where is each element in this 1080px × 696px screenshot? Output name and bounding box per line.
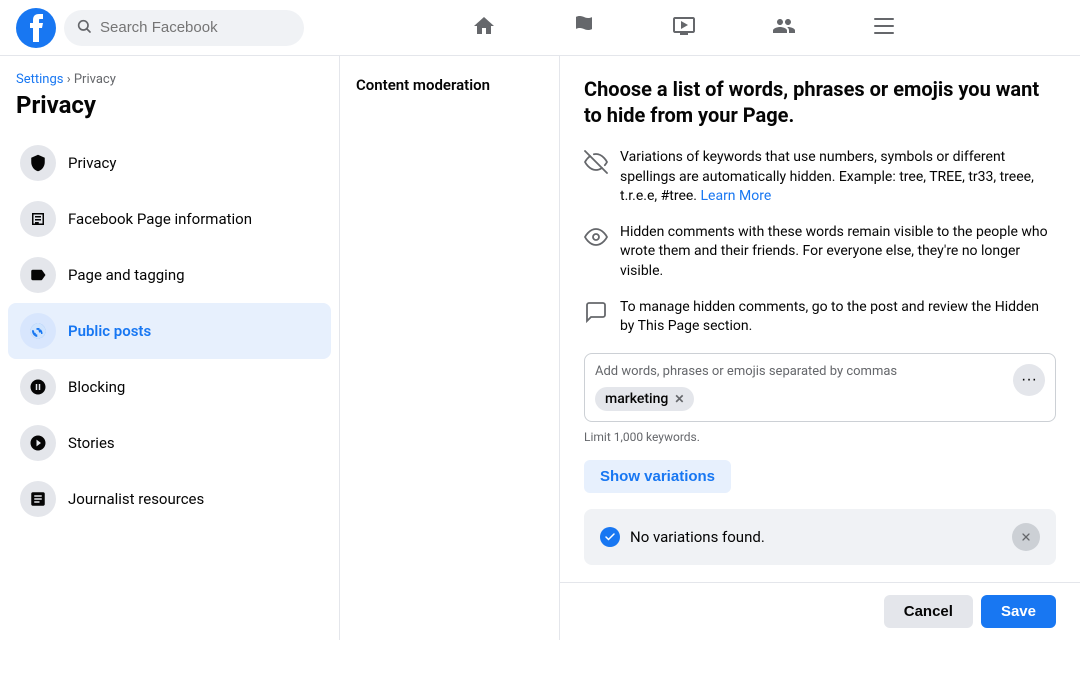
nav-watch-btn[interactable]: [634, 4, 734, 52]
middle-col-title: Content moderation: [356, 76, 543, 94]
save-button[interactable]: Save: [981, 595, 1056, 628]
info-row-manage: To manage hidden comments, go to the pos…: [584, 298, 1056, 337]
sidebar-item-blocking[interactable]: Blocking: [8, 359, 331, 415]
breadcrumb-settings-link[interactable]: Settings: [16, 72, 63, 87]
sidebar-item-label: Stories: [68, 434, 115, 452]
stories-icon: [20, 425, 56, 461]
nav-center-icons: [434, 4, 934, 52]
breadcrumb: Settings › Privacy: [8, 72, 331, 87]
comment-icon: [584, 300, 608, 324]
sidebar-item-label: Facebook Page information: [68, 210, 252, 228]
blocking-icon: [20, 369, 56, 405]
privacy-icon: [20, 145, 56, 181]
right-panel: Choose a list of words, phrases or emoji…: [560, 56, 1080, 640]
search-icon: [76, 18, 92, 38]
sidebar-item-privacy[interactable]: Privacy: [8, 135, 331, 191]
sidebar-item-public-posts[interactable]: Public posts: [8, 303, 331, 359]
info-hidden-text: Hidden comments with these words remain …: [620, 223, 1056, 282]
keyword-tags: marketing ✕: [595, 387, 1005, 411]
keyword-limit-text: Limit 1,000 keywords.: [584, 430, 1056, 444]
page-info-icon: [20, 201, 56, 237]
info-row-hidden: Hidden comments with these words remain …: [584, 223, 1056, 282]
keyword-tag-label: marketing: [605, 391, 668, 407]
right-panel-title: Choose a list of words, phrases or emoji…: [584, 76, 1056, 128]
journalist-icon: [20, 481, 56, 517]
page-tagging-icon: [20, 257, 56, 293]
nav-home-btn[interactable]: [434, 4, 534, 52]
keyword-input-container: Add words, phrases or emojis separated b…: [584, 353, 1056, 422]
info-row-variations: Variations of keywords that use numbers,…: [584, 148, 1056, 207]
sidebar-item-label: Blocking: [68, 378, 125, 396]
cancel-button[interactable]: Cancel: [884, 595, 973, 628]
sidebar-item-page-info[interactable]: Facebook Page information: [8, 191, 331, 247]
show-variations-btn[interactable]: Show variations: [584, 460, 731, 493]
middle-column: Content moderation: [340, 56, 560, 640]
nav-friends-btn[interactable]: [734, 4, 834, 52]
page-layout: Settings › Privacy Privacy Privacy Faceb…: [0, 56, 1080, 640]
no-variations-left: No variations found.: [600, 527, 765, 547]
no-variations-panel: No variations found.: [584, 509, 1056, 565]
sidebar: Settings › Privacy Privacy Privacy Faceb…: [0, 56, 340, 640]
sidebar-item-label: Privacy: [68, 154, 116, 172]
facebook-logo[interactable]: [16, 8, 56, 48]
nav-menu-btn[interactable]: [834, 4, 934, 52]
eye-icon: [584, 225, 608, 249]
nav-flag-btn[interactable]: [534, 4, 634, 52]
search-input[interactable]: [100, 19, 292, 36]
eye-slash-icon: [584, 150, 608, 174]
sidebar-title: Privacy: [8, 91, 331, 119]
sidebar-item-label: Public posts: [68, 322, 151, 340]
top-nav: [0, 0, 1080, 56]
info-variations-text: Variations of keywords that use numbers,…: [620, 148, 1056, 207]
sidebar-item-stories[interactable]: Stories: [8, 415, 331, 471]
sidebar-item-label: Journalist resources: [68, 490, 204, 508]
main-content: Content moderation Choose a list of word…: [340, 56, 1080, 640]
public-posts-icon: [20, 313, 56, 349]
info-manage-text: To manage hidden comments, go to the pos…: [620, 298, 1056, 337]
keyword-input-inner: Add words, phrases or emojis separated b…: [595, 364, 1005, 411]
bottom-actions: Cancel Save: [560, 582, 1080, 640]
sidebar-item-label: Page and tagging: [68, 266, 185, 284]
no-variations-text: No variations found.: [630, 528, 765, 546]
keyword-tag-marketing: marketing ✕: [595, 387, 694, 411]
sidebar-item-journalist[interactable]: Journalist resources: [8, 471, 331, 527]
search-bar[interactable]: [64, 10, 304, 46]
keyword-tag-remove-btn[interactable]: ✕: [674, 392, 684, 406]
learn-more-link[interactable]: Learn More: [700, 188, 771, 204]
keyword-input-placeholder: Add words, phrases or emojis separated b…: [595, 364, 1005, 379]
check-circle-icon: [600, 527, 620, 547]
sidebar-item-page-tagging[interactable]: Page and tagging: [8, 247, 331, 303]
no-variations-close-btn[interactable]: [1012, 523, 1040, 551]
keyword-more-btn[interactable]: ···: [1013, 364, 1045, 396]
